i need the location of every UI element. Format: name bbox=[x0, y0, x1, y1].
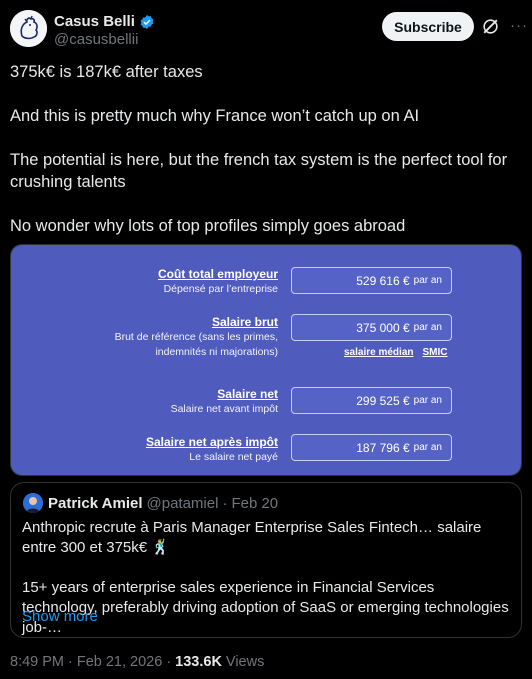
value-unit: par an bbox=[413, 275, 442, 286]
tweet-time[interactable]: 8:49 PM bbox=[10, 654, 64, 670]
tweet-paragraph: The potential is here, but the french ta… bbox=[10, 151, 508, 191]
tweet-text: 375k€ is 187k€ after taxes And this is p… bbox=[10, 61, 520, 259]
row-title: Salaire net après impôt bbox=[145, 435, 278, 449]
subscribe-button[interactable]: Subscribe bbox=[382, 12, 474, 41]
quote-header: Patrick Amiel @patamiel · Feb 20 bbox=[48, 495, 278, 512]
quote-date: Feb 20 bbox=[231, 495, 279, 512]
coq-logo-icon bbox=[10, 10, 47, 47]
footer-separator: · bbox=[68, 654, 73, 670]
value-text: 375 000 € bbox=[356, 320, 410, 335]
tweet-paragraph: And this is pretty much why France won’t… bbox=[10, 107, 420, 125]
value-text: 187 796 € bbox=[356, 440, 410, 455]
row-subtitle: Dépensé par l’entreprise bbox=[163, 283, 278, 295]
tweet-paragraph: No wonder why lots of top profiles simpl… bbox=[10, 217, 406, 235]
quote-author-handle: @patamiel bbox=[146, 495, 219, 512]
tweet-paragraph: 375k€ is 187k€ after taxes bbox=[10, 63, 203, 81]
person-avatar-icon bbox=[23, 493, 43, 513]
grok-icon[interactable] bbox=[481, 17, 500, 36]
row-label-cout-total: Coût total employeur Dépensé par l’entre… bbox=[158, 267, 278, 297]
row-title: Salaire brut bbox=[211, 315, 278, 329]
quote-paragraph: Anthropic recrute à Paris Manager Enterp… bbox=[22, 519, 482, 556]
value-text: 529 616 € bbox=[356, 273, 410, 288]
verified-badge-icon bbox=[140, 14, 154, 29]
footer-separator: · bbox=[166, 654, 172, 670]
value-field-cout-total: 529 616 € par an bbox=[291, 267, 452, 294]
more-options-icon[interactable]: ··· bbox=[508, 14, 530, 36]
value-unit: par an bbox=[413, 442, 442, 453]
value-text: 299 525 € bbox=[356, 393, 410, 408]
tweet-date[interactable]: Feb 21, 2026 bbox=[77, 654, 162, 670]
row-subtitle: indemnités ni majorations) bbox=[155, 346, 278, 358]
value-field-salaire-net: 299 525 € par an bbox=[291, 387, 452, 414]
quote-author-name: Patrick Amiel bbox=[48, 495, 143, 512]
author-avatar[interactable] bbox=[10, 10, 47, 47]
author-name[interactable]: Casus Belli bbox=[54, 13, 155, 30]
row-title: Coût total employeur bbox=[157, 267, 278, 281]
show-more-link[interactable]: Show more bbox=[22, 608, 98, 625]
link-salaire-median: salaire médian bbox=[344, 347, 414, 358]
row-label-salaire-brut: Salaire brut Brut de référence (sans les… bbox=[115, 315, 278, 360]
value-unit: par an bbox=[413, 322, 442, 333]
row-subtitle: Le salaire net payé bbox=[189, 451, 278, 463]
value-field-salaire-net-apres-impot: 187 796 € par an bbox=[291, 434, 452, 461]
quote-author-avatar bbox=[23, 493, 43, 513]
author-name-text[interactable]: Casus Belli bbox=[54, 13, 135, 30]
author-handle[interactable]: @casusbellii bbox=[54, 31, 138, 48]
row-label-salaire-net-apres-impot: Salaire net après impôt Le salaire net p… bbox=[146, 435, 278, 465]
quote-text: Anthropic recrute à Paris Manager Enterp… bbox=[22, 518, 514, 658]
views-label: Views bbox=[225, 654, 265, 670]
value-field-salaire-brut: 375 000 € par an bbox=[291, 314, 452, 341]
tweet-footer: 8:49 PM · Feb 21, 2026 · 133.6K Views bbox=[10, 654, 264, 670]
row-title: Salaire net bbox=[217, 387, 278, 401]
reference-links: salaire médian SMIC bbox=[344, 347, 447, 358]
row-subtitle: Brut de référence (sans les primes, bbox=[114, 331, 278, 343]
row-subtitle: Salaire net avant impôt bbox=[170, 403, 278, 415]
tweet-header: Casus Belli @casusbellii Subscribe ··· bbox=[0, 0, 532, 56]
row-label-salaire-net: Salaire net Salaire net avant impôt bbox=[171, 387, 278, 417]
quote-separator: · bbox=[222, 495, 228, 512]
value-unit: par an bbox=[413, 395, 442, 406]
salary-calculator-image[interactable]: Coût total employeur Dépensé par l’entre… bbox=[10, 244, 522, 476]
views-count[interactable]: 133.6K bbox=[175, 654, 222, 670]
quoted-tweet[interactable]: Patrick Amiel @patamiel · Feb 20 Anthrop… bbox=[10, 482, 522, 638]
link-smic: SMIC bbox=[422, 347, 448, 358]
